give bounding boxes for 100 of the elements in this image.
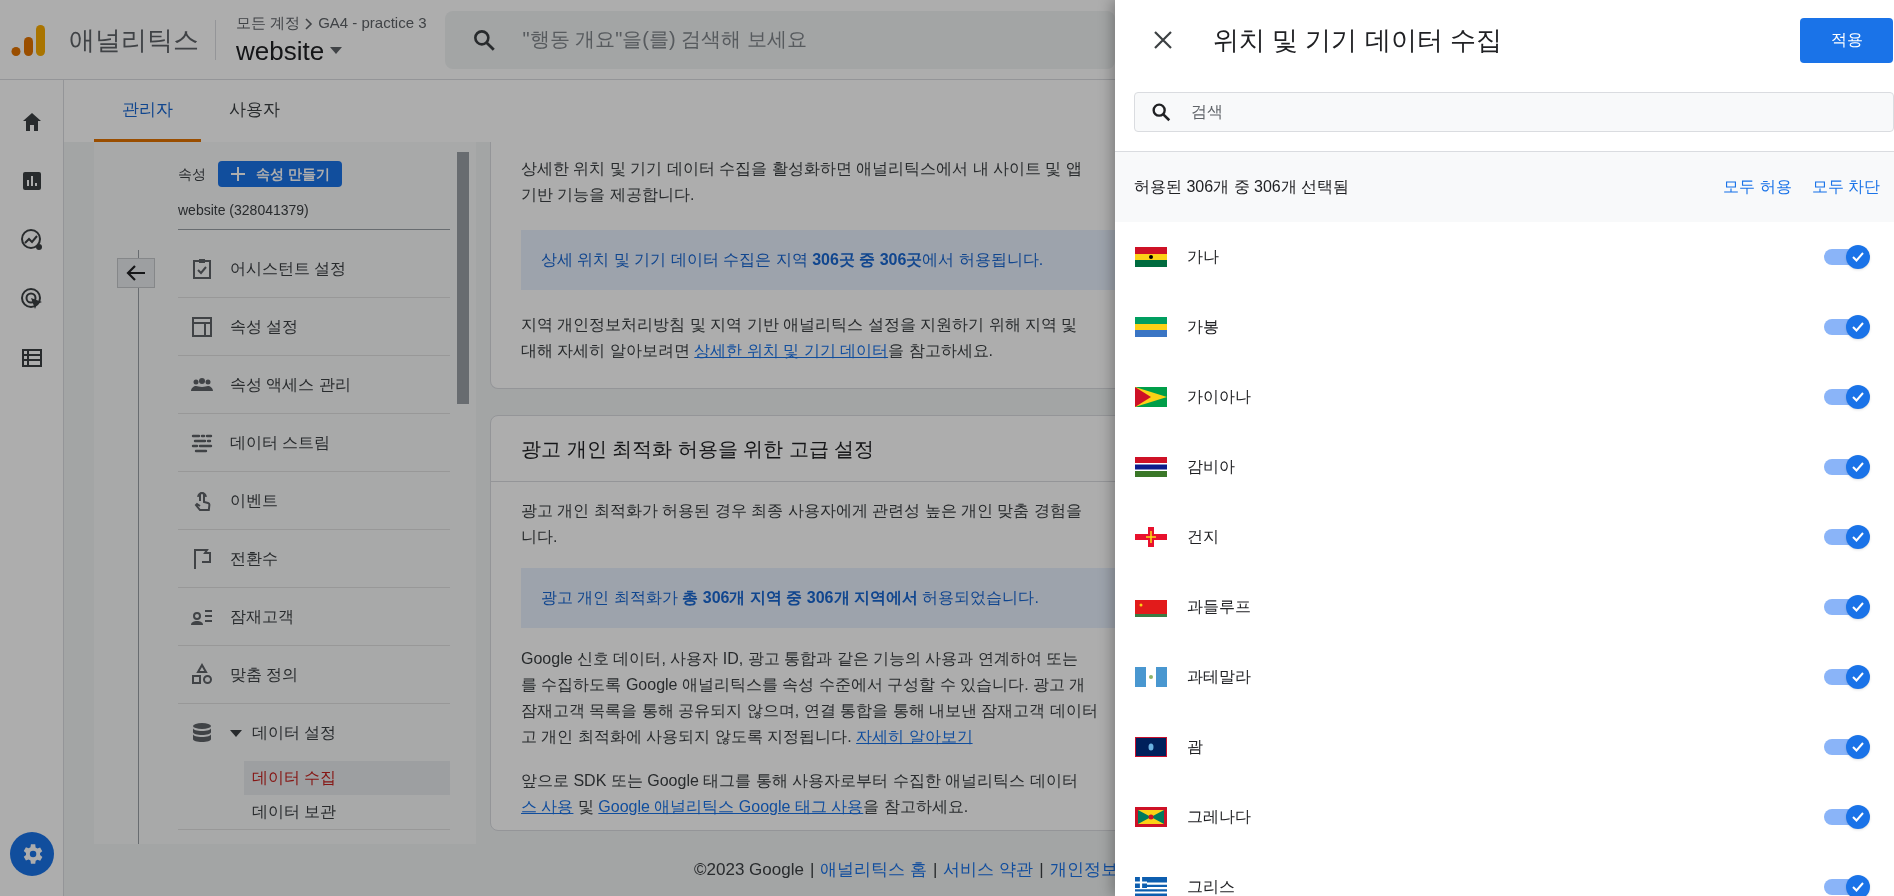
check-icon (1851, 530, 1865, 544)
check-icon (1851, 250, 1865, 264)
back-button[interactable] (117, 258, 155, 288)
body-text: 잠재고객 목록을 통해 공유되지 않으며, 연결 통합을 통해 내보낸 잠재고객 데이터 (521, 701, 1098, 721)
check-icon (1851, 320, 1865, 334)
footer-link[interactable]: 서비스 약관 (943, 857, 1034, 883)
flag-icon (1135, 667, 1167, 687)
target-cursor-icon[interactable] (19, 287, 44, 311)
separator-text: | (809, 859, 815, 882)
database-icon (190, 720, 214, 745)
nav-item[interactable]: 전환수 (178, 530, 450, 587)
flag-icon (1135, 597, 1167, 617)
search-icon (1150, 101, 1172, 123)
region-name: 과테말라 (1187, 667, 1251, 687)
check-icon (1851, 810, 1865, 824)
region-name: 그레나다 (1187, 807, 1251, 827)
check-icon (1851, 740, 1865, 754)
toggle-switch[interactable] (1824, 805, 1870, 829)
check-icon (1851, 880, 1865, 894)
footer-link[interactable]: 애널리틱스 홈 (820, 857, 928, 883)
link[interactable]: 스 사용 (521, 794, 574, 820)
region-name: 괌 (1187, 737, 1203, 757)
region-name: 가나 (1187, 247, 1219, 267)
body-text: 를 수집하도록 Google 애널리틱스를 속성 수준에서 구성할 수 있습니다. 광고 개 (521, 675, 1086, 695)
check-icon (1851, 600, 1865, 614)
chevron-right-icon (304, 17, 315, 30)
clipboard-check-icon (190, 256, 214, 281)
tab[interactable]: 사용자 (201, 80, 308, 142)
footer-link[interactable]: 개인정보 (1049, 857, 1118, 883)
body-text: 을 참고하세요. (863, 797, 969, 817)
search-field[interactable]: 검색 (1134, 92, 1894, 132)
check-icon (1851, 670, 1865, 684)
banner-text: 광고 개인 최적화가 총 306개 지역 중 306개 지역에서 허용되었습니다. (541, 588, 1039, 608)
body-text: 니다. (521, 527, 558, 547)
toggle-switch[interactable] (1824, 525, 1870, 549)
toggle-switch[interactable] (1824, 455, 1870, 479)
body-text: 을 참고하세요. (888, 341, 993, 361)
allow-all-link[interactable]: 모두 허용 (1723, 175, 1792, 199)
nav-item[interactable]: 어시스턴트 설정 (178, 240, 450, 297)
toggle-switch[interactable] (1824, 315, 1870, 339)
region-name: 그리스 (1187, 877, 1235, 896)
nav-subitem[interactable]: 데이터 수집 (244, 761, 450, 795)
copyright-text: ©2023 Google (694, 859, 804, 882)
toggle-switch[interactable] (1824, 735, 1870, 759)
link[interactable]: Google 애널리틱스 Google 태그 사용 (598, 794, 864, 820)
card-title: 광고 개인 최적화 허용을 위한 고급 설정 (521, 436, 875, 462)
scrollbar[interactable] (457, 152, 469, 404)
toggle-switch[interactable] (1824, 245, 1870, 269)
flag-icon (1135, 457, 1167, 477)
toggle-switch[interactable] (1824, 875, 1870, 896)
section-label: 속성 (178, 164, 206, 184)
nav-item[interactable]: 잠재고객 (178, 588, 450, 645)
property-selector[interactable]: website (236, 34, 427, 67)
search-field[interactable]: "행동 개요"을(를) 검색해 보세요 (444, 10, 1115, 69)
flag-icon (1135, 737, 1167, 757)
apply-button[interactable]: 적용 (1800, 17, 1893, 63)
body-text: 기반 기능을 제공합니다. (521, 185, 695, 205)
nav-item[interactable]: 속성 액세스 관리 (178, 356, 450, 413)
nav-item[interactable]: 속성 설정 (178, 298, 450, 355)
layout-icon (190, 314, 214, 339)
caret-down-icon (330, 46, 343, 55)
region-name: 가이아나 (1187, 387, 1251, 407)
toggle-switch[interactable] (1824, 665, 1870, 689)
body-text: 및 (576, 797, 595, 817)
region-name: 과들루프 (1187, 597, 1251, 617)
link[interactable]: 상세한 위치 및 기기 데이터 (694, 338, 889, 364)
flag-icon (1135, 387, 1167, 407)
body-text: Google 신호 데이터, 사용자 ID, 광고 통합과 같은 기능의 사용과 연계하여 또는 (521, 649, 1079, 669)
check-icon (1851, 460, 1865, 474)
body-text: 고 개인 최적화에 사용되지 않도록 지정됩니다. (521, 727, 853, 747)
toggle-switch[interactable] (1824, 595, 1870, 619)
list-icon[interactable] (19, 346, 44, 370)
nav-item[interactable]: 데이터 스트림 (178, 414, 450, 471)
body-text: 앞으로 SDK 또는 Google 태그를 통해 사용자로부터 수집한 애널리틱스 데이터 (521, 771, 1078, 791)
shapes-icon (190, 662, 214, 687)
breadcrumb-item[interactable]: GA4 - practice 3 (318, 12, 427, 35)
nav-subitem[interactable]: 데이터 보관 (244, 795, 450, 829)
nav-item[interactable]: 이벤트 (178, 472, 450, 529)
flag-icon (1135, 807, 1167, 827)
banner-text: 상세 위치 및 기기 데이터 수집은 지역 306곳 중 306곳에서 허용됩니다. (541, 250, 1044, 270)
create-property-button[interactable]: 속성 만들기 (218, 161, 342, 187)
toggle-switch[interactable] (1824, 385, 1870, 409)
region-name: 건지 (1187, 527, 1219, 547)
body-text: 상세한 위치 및 기기 데이터 수집을 활성화하면 애널리틱스에서 내 사이트 및 앱 (521, 159, 1082, 179)
app-name: 애널리틱스 (69, 19, 216, 60)
selection-summary: 허용된 306개 중 306개 선택됨 (1134, 177, 1350, 197)
region-name: 감비아 (1187, 457, 1235, 477)
trend-chart-icon[interactable] (19, 228, 44, 252)
link[interactable]: 자세히 알아보기 (856, 724, 973, 750)
nav-item[interactable]: 맞춤 정의 (178, 646, 450, 703)
settings-button[interactable] (9, 832, 54, 876)
body-text: 광고 개인 최적화가 허용된 경우 최종 사용자에게 관련성 높은 개인 맞춤 경험을 (521, 501, 1082, 521)
nav-item[interactable]: 데이터 설정 (178, 704, 450, 761)
block-all-link[interactable]: 모두 차단 (1811, 175, 1880, 199)
breadcrumb-item[interactable]: 모든 계정 (236, 12, 301, 35)
property-id: website (328041379) (178, 200, 450, 230)
close-icon (1153, 30, 1173, 50)
panel-title: 위치 및 기기 데이터 수집 (1213, 23, 1502, 57)
check-icon (1851, 390, 1865, 404)
region-name: 가봉 (1187, 317, 1219, 337)
